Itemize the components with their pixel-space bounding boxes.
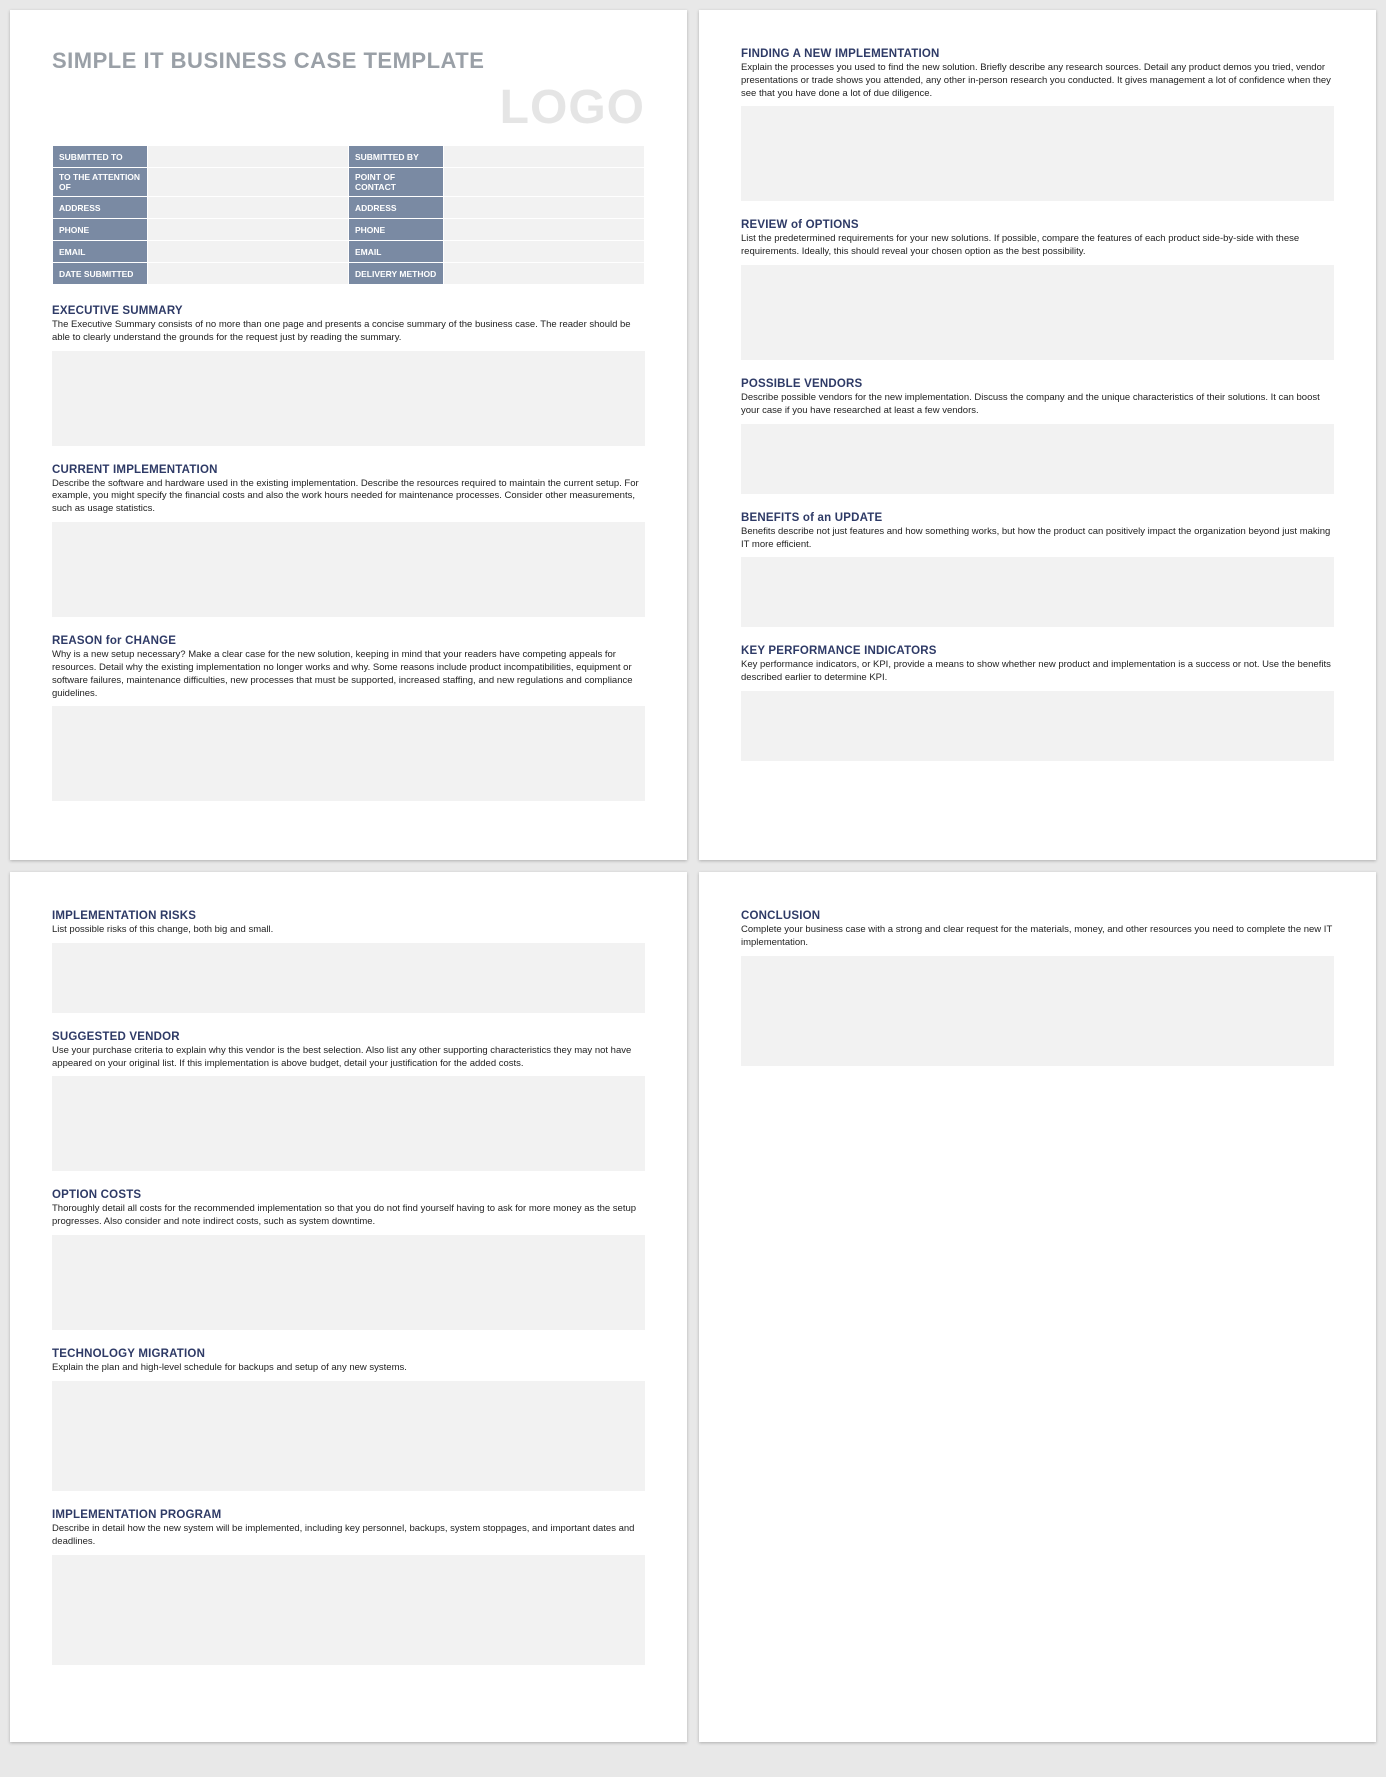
section-suggested-vendor: SUGGESTED VENDOR Use your purchase crite… bbox=[52, 1031, 645, 1172]
section-input-box[interactable] bbox=[52, 1076, 645, 1171]
section-title: IMPLEMENTATION PROGRAM bbox=[52, 1509, 645, 1521]
section-input-box[interactable] bbox=[52, 522, 645, 617]
document-title: SIMPLE IT BUSINESS CASE TEMPLATE bbox=[52, 48, 645, 74]
section-description: Explain the processes you used to find t… bbox=[741, 62, 1334, 100]
section-description: List possible risks of this change, both… bbox=[52, 924, 645, 937]
section-input-box[interactable] bbox=[52, 706, 645, 801]
section-input-box[interactable] bbox=[741, 265, 1334, 360]
section-description: Describe in detail how the new system wi… bbox=[52, 1523, 645, 1549]
section-input-box[interactable] bbox=[741, 424, 1334, 494]
page-2: FINDING A NEW IMPLEMENTATION Explain the… bbox=[699, 10, 1376, 860]
field-submitted-to[interactable] bbox=[147, 146, 348, 168]
section-description: Describe possible vendors for the new im… bbox=[741, 392, 1334, 418]
section-title: OPTION COSTS bbox=[52, 1189, 645, 1201]
section-possible-vendors: POSSIBLE VENDORS Describe possible vendo… bbox=[741, 378, 1334, 494]
section-review-options: REVIEW of OPTIONS List the predetermined… bbox=[741, 219, 1334, 360]
label-attention-of: TO THE ATTENTION OF bbox=[53, 168, 148, 197]
section-implementation-risks: IMPLEMENTATION RISKS List possible risks… bbox=[52, 910, 645, 1013]
section-title: EXECUTIVE SUMMARY bbox=[52, 305, 645, 317]
section-title: REVIEW of OPTIONS bbox=[741, 219, 1334, 231]
field-point-of-contact[interactable] bbox=[443, 168, 644, 197]
field-attention-of[interactable] bbox=[147, 168, 348, 197]
section-conclusion: CONCLUSION Complete your business case w… bbox=[741, 910, 1334, 1066]
section-kpi: KEY PERFORMANCE INDICATORS Key performan… bbox=[741, 645, 1334, 761]
field-address-right[interactable] bbox=[443, 197, 644, 219]
label-phone-right: PHONE bbox=[348, 219, 443, 241]
section-description: Use your purchase criteria to explain wh… bbox=[52, 1045, 645, 1071]
section-input-box[interactable] bbox=[52, 1555, 645, 1665]
section-input-box[interactable] bbox=[741, 106, 1334, 201]
field-delivery-method[interactable] bbox=[443, 263, 644, 285]
section-title: FINDING A NEW IMPLEMENTATION bbox=[741, 48, 1334, 60]
section-input-box[interactable] bbox=[741, 557, 1334, 627]
section-input-box[interactable] bbox=[741, 956, 1334, 1066]
section-input-box[interactable] bbox=[52, 351, 645, 446]
field-email-left[interactable] bbox=[147, 241, 348, 263]
field-date-submitted[interactable] bbox=[147, 263, 348, 285]
section-description: Describe the software and hardware used … bbox=[52, 478, 645, 516]
section-title: KEY PERFORMANCE INDICATORS bbox=[741, 645, 1334, 657]
field-phone-right[interactable] bbox=[443, 219, 644, 241]
section-description: Complete your business case with a stron… bbox=[741, 924, 1334, 950]
page-grid: SIMPLE IT BUSINESS CASE TEMPLATE LOGO SU… bbox=[10, 10, 1376, 1742]
label-submitted-by: SUBMITTED BY bbox=[348, 146, 443, 168]
section-option-costs: OPTION COSTS Thoroughly detail all costs… bbox=[52, 1189, 645, 1330]
section-title: REASON for CHANGE bbox=[52, 635, 645, 647]
section-description: Benefits describe not just features and … bbox=[741, 526, 1334, 552]
section-title: SUGGESTED VENDOR bbox=[52, 1031, 645, 1043]
info-table: SUBMITTED TO SUBMITTED BY TO THE ATTENTI… bbox=[52, 145, 645, 285]
section-input-box[interactable] bbox=[52, 943, 645, 1013]
section-finding-implementation: FINDING A NEW IMPLEMENTATION Explain the… bbox=[741, 48, 1334, 201]
section-input-box[interactable] bbox=[52, 1235, 645, 1330]
section-title: CURRENT IMPLEMENTATION bbox=[52, 464, 645, 476]
section-description: List the predetermined requirements for … bbox=[741, 233, 1334, 259]
label-submitted-to: SUBMITTED TO bbox=[53, 146, 148, 168]
label-email-right: EMAIL bbox=[348, 241, 443, 263]
section-input-box[interactable] bbox=[52, 1381, 645, 1491]
field-email-right[interactable] bbox=[443, 241, 644, 263]
field-phone-left[interactable] bbox=[147, 219, 348, 241]
section-title: BENEFITS of an UPDATE bbox=[741, 512, 1334, 524]
section-current-implementation: CURRENT IMPLEMENTATION Describe the soft… bbox=[52, 464, 645, 617]
page-4: CONCLUSION Complete your business case w… bbox=[699, 872, 1376, 1742]
section-title: TECHNOLOGY MIGRATION bbox=[52, 1348, 645, 1360]
label-point-of-contact: POINT OF CONTACT bbox=[348, 168, 443, 197]
label-date-submitted: DATE SUBMITTED bbox=[53, 263, 148, 285]
label-email-left: EMAIL bbox=[53, 241, 148, 263]
section-title: CONCLUSION bbox=[741, 910, 1334, 922]
label-delivery-method: DELIVERY METHOD bbox=[348, 263, 443, 285]
section-description: Why is a new setup necessary? Make a cle… bbox=[52, 649, 645, 700]
section-reason-for-change: REASON for CHANGE Why is a new setup nec… bbox=[52, 635, 645, 801]
section-implementation-program: IMPLEMENTATION PROGRAM Describe in detai… bbox=[52, 1509, 645, 1665]
section-description: Explain the plan and high-level schedule… bbox=[52, 1362, 645, 1375]
section-title: POSSIBLE VENDORS bbox=[741, 378, 1334, 390]
field-submitted-by[interactable] bbox=[443, 146, 644, 168]
label-address-left: ADDRESS bbox=[53, 197, 148, 219]
section-technology-migration: TECHNOLOGY MIGRATION Explain the plan an… bbox=[52, 1348, 645, 1491]
section-benefits-update: BENEFITS of an UPDATE Benefits describe … bbox=[741, 512, 1334, 628]
label-phone-left: PHONE bbox=[53, 219, 148, 241]
section-description: Thoroughly detail all costs for the reco… bbox=[52, 1203, 645, 1229]
section-title: IMPLEMENTATION RISKS bbox=[52, 910, 645, 922]
label-address-right: ADDRESS bbox=[348, 197, 443, 219]
logo-placeholder: LOGO bbox=[52, 80, 645, 135]
page-1: SIMPLE IT BUSINESS CASE TEMPLATE LOGO SU… bbox=[10, 10, 687, 860]
page-3: IMPLEMENTATION RISKS List possible risks… bbox=[10, 872, 687, 1742]
section-input-box[interactable] bbox=[741, 691, 1334, 761]
field-address-left[interactable] bbox=[147, 197, 348, 219]
section-executive-summary: EXECUTIVE SUMMARY The Executive Summary … bbox=[52, 305, 645, 446]
section-description: The Executive Summary consists of no mor… bbox=[52, 319, 645, 345]
section-description: Key performance indicators, or KPI, prov… bbox=[741, 659, 1334, 685]
